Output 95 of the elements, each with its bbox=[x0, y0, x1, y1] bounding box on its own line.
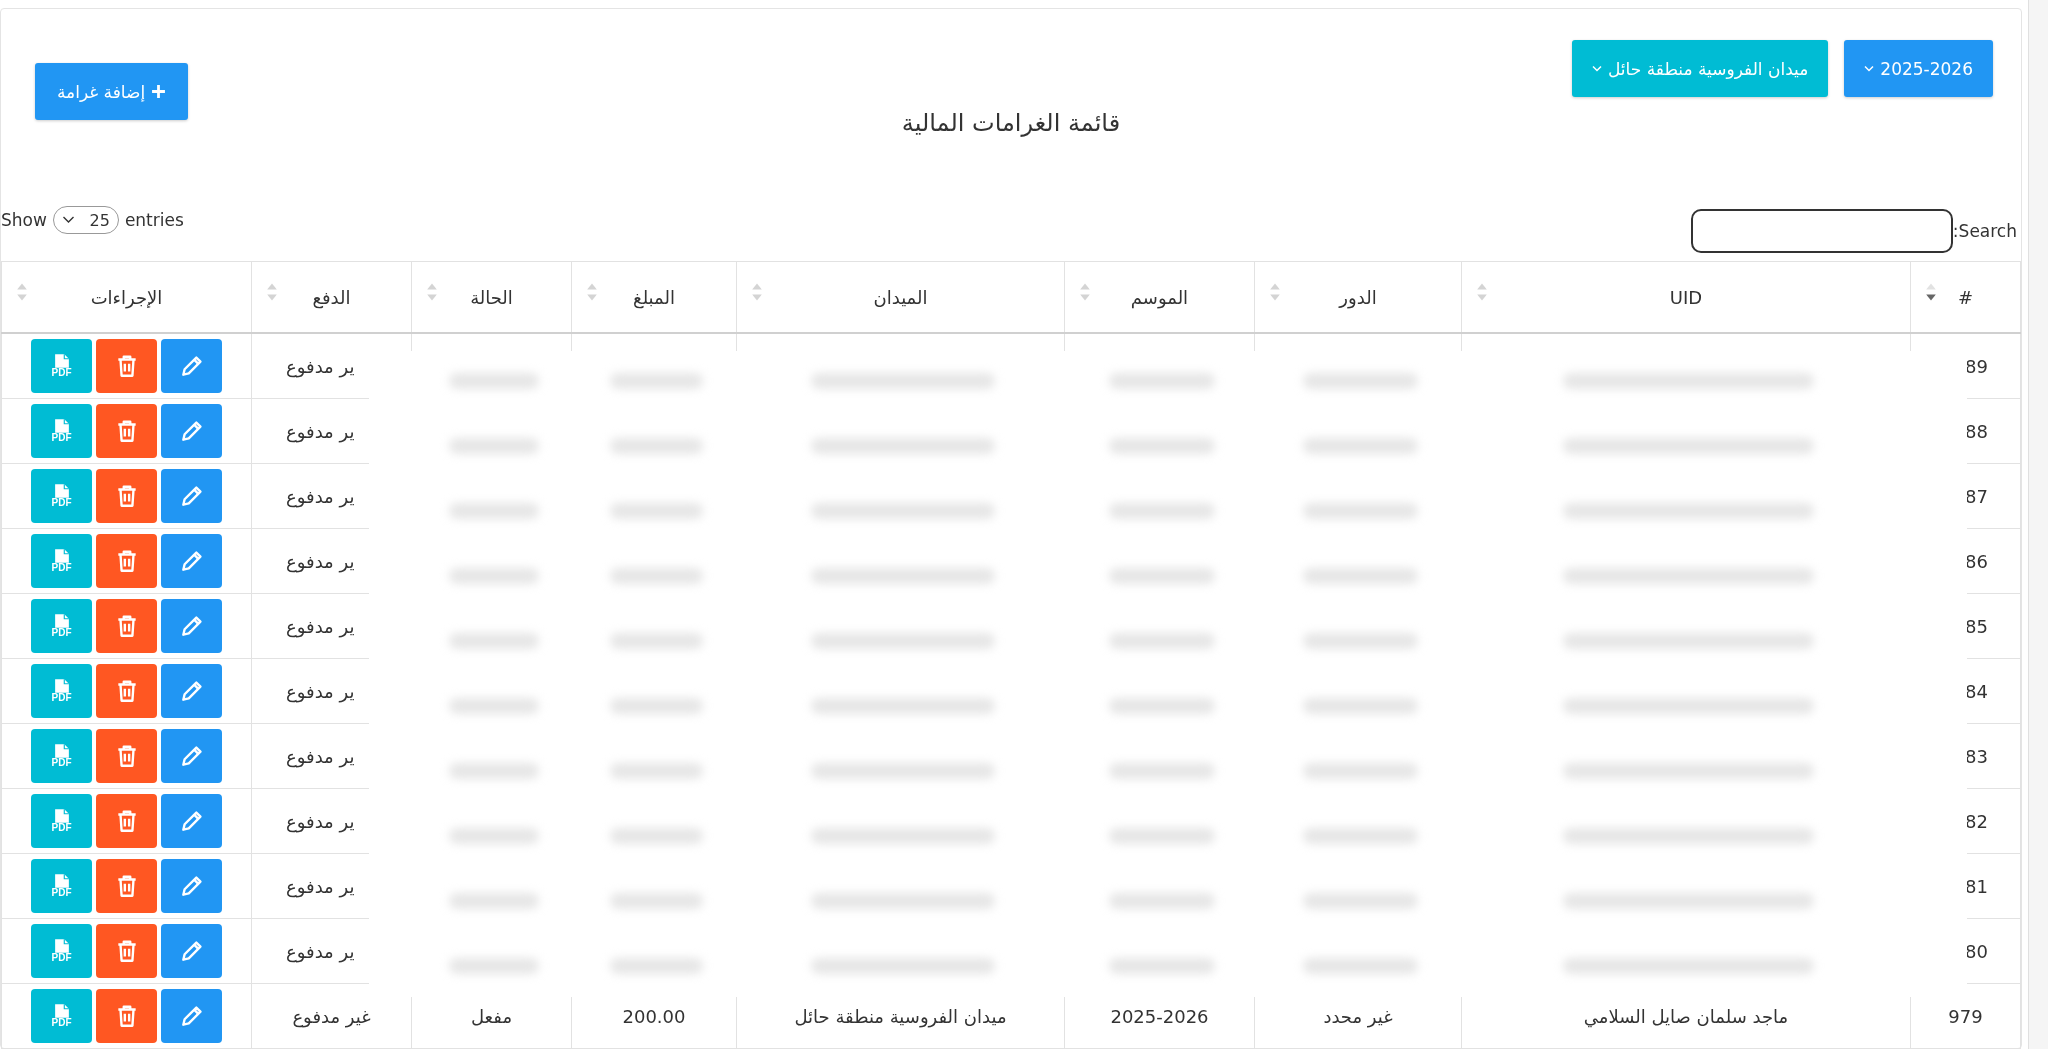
table-cell: 88 bbox=[1965, 420, 1988, 442]
column-header[interactable]: المبلغ bbox=[571, 261, 737, 333]
table-cell: 82 bbox=[1965, 810, 1988, 832]
table-cell: ير مدفوع bbox=[286, 940, 355, 962]
delete-button[interactable] bbox=[96, 924, 157, 978]
table-cell: 81 bbox=[1965, 875, 1988, 897]
file-icon bbox=[53, 419, 70, 433]
delete-button[interactable] bbox=[96, 859, 157, 913]
edit-button[interactable] bbox=[161, 664, 222, 718]
table-cell: ير مدفوع bbox=[286, 355, 355, 377]
table-cell: ير مدفوع bbox=[286, 810, 355, 832]
pdf-button[interactable]: PDF bbox=[31, 534, 92, 588]
show-label: Show bbox=[1, 210, 47, 230]
edit-button[interactable] bbox=[161, 469, 222, 523]
delete-button[interactable] bbox=[96, 989, 157, 1043]
pdf-button[interactable]: PDF bbox=[31, 404, 92, 458]
table-cell: 84 bbox=[1965, 680, 1988, 702]
sort-icon bbox=[586, 282, 598, 302]
file-icon bbox=[53, 484, 70, 498]
table-cell: 85 bbox=[1965, 615, 1988, 637]
file-icon bbox=[53, 354, 70, 368]
file-icon bbox=[53, 809, 70, 823]
pdf-button[interactable]: PDF bbox=[31, 599, 92, 653]
delete-button[interactable] bbox=[96, 339, 157, 393]
file-icon bbox=[53, 1004, 70, 1018]
edit-button[interactable] bbox=[161, 989, 222, 1043]
edit-button[interactable] bbox=[161, 859, 222, 913]
pdf-button[interactable]: PDF bbox=[31, 339, 92, 393]
table-cell: ير مدفوع bbox=[286, 615, 355, 637]
table-cell: 86 bbox=[1965, 550, 1988, 572]
file-icon bbox=[53, 939, 70, 953]
edit-button[interactable] bbox=[161, 534, 222, 588]
table-cell: ير مدفوع bbox=[286, 550, 355, 572]
page-title: قائمة الغرامات المالية bbox=[901, 109, 1121, 137]
search-field[interactable] bbox=[1690, 209, 1953, 253]
pdf-button[interactable]: PDF bbox=[31, 989, 92, 1043]
chevron-icon bbox=[1864, 65, 1875, 72]
pdf-button[interactable]: PDF bbox=[31, 794, 92, 848]
pdf-button[interactable]: PDF bbox=[31, 469, 92, 523]
table-cell: ير مدفوع bbox=[286, 485, 355, 507]
arena-dropdown[interactable]: ميدان الفروسية منطقة حائل bbox=[1571, 40, 1829, 97]
pdf-button[interactable]: PDF bbox=[31, 664, 92, 718]
delete-button[interactable] bbox=[96, 534, 157, 588]
file-icon bbox=[53, 549, 70, 563]
file-icon bbox=[53, 874, 70, 888]
table-cell: 80 bbox=[1965, 940, 1988, 962]
column-header[interactable]: الحالة bbox=[411, 261, 572, 333]
edit-button[interactable] bbox=[161, 924, 222, 978]
entries-label: entries bbox=[124, 210, 184, 230]
column-header[interactable]: الميدان bbox=[736, 261, 1065, 333]
delete-button[interactable] bbox=[96, 404, 157, 458]
plus-icon bbox=[151, 84, 167, 99]
edit-button[interactable] bbox=[161, 599, 222, 653]
table-cell: ير مدفوع bbox=[286, 420, 355, 442]
sort-icon bbox=[751, 282, 763, 302]
file-icon bbox=[53, 679, 70, 693]
scrollbar-track[interactable] bbox=[2028, 0, 2048, 1049]
sort-icon bbox=[1476, 282, 1488, 302]
edit-button[interactable] bbox=[161, 729, 222, 783]
column-header[interactable]: UID bbox=[1461, 261, 1911, 333]
sort-icon bbox=[1079, 282, 1091, 302]
file-icon bbox=[53, 744, 70, 758]
chevron-icon bbox=[61, 216, 75, 224]
table-cell: ير مدفوع bbox=[286, 875, 355, 897]
pdf-button[interactable]: PDF bbox=[31, 859, 92, 913]
delete-button[interactable] bbox=[96, 469, 157, 523]
pdf-button[interactable]: PDF bbox=[31, 729, 92, 783]
sort-icon bbox=[266, 282, 278, 302]
edit-button[interactable] bbox=[161, 794, 222, 848]
column-header[interactable]: الموسم bbox=[1064, 261, 1255, 333]
edit-button[interactable] bbox=[161, 339, 222, 393]
table-cell: 83 bbox=[1965, 745, 1988, 767]
table-cell: ير مدفوع bbox=[286, 680, 355, 702]
file-icon bbox=[53, 614, 70, 628]
sort-icon bbox=[1269, 282, 1281, 302]
table-cell: ير مدفوع bbox=[286, 745, 355, 767]
sort-icon bbox=[1925, 282, 1937, 302]
delete-button[interactable] bbox=[96, 729, 157, 783]
sort-icon bbox=[426, 282, 438, 302]
table-cell: 87 bbox=[1965, 485, 1988, 507]
add-fine-button[interactable]: إضافة غرامة bbox=[35, 63, 189, 120]
chevron-icon bbox=[1591, 65, 1602, 72]
sort-icon bbox=[16, 282, 28, 302]
search-label: :Search bbox=[1952, 221, 2017, 241]
column-header[interactable]: الإجراءات bbox=[1, 261, 252, 333]
column-header[interactable]: # bbox=[1910, 261, 2021, 333]
season-dropdown[interactable]: 2025-2026 bbox=[1844, 40, 1993, 97]
column-header[interactable]: الدور bbox=[1254, 261, 1462, 333]
delete-button[interactable] bbox=[96, 664, 157, 718]
table-cell: 89 bbox=[1965, 355, 1988, 377]
column-header[interactable]: الدفع bbox=[251, 261, 412, 333]
delete-button[interactable] bbox=[96, 599, 157, 653]
delete-button[interactable] bbox=[96, 794, 157, 848]
pdf-button[interactable]: PDF bbox=[31, 924, 92, 978]
edit-button[interactable] bbox=[161, 404, 222, 458]
